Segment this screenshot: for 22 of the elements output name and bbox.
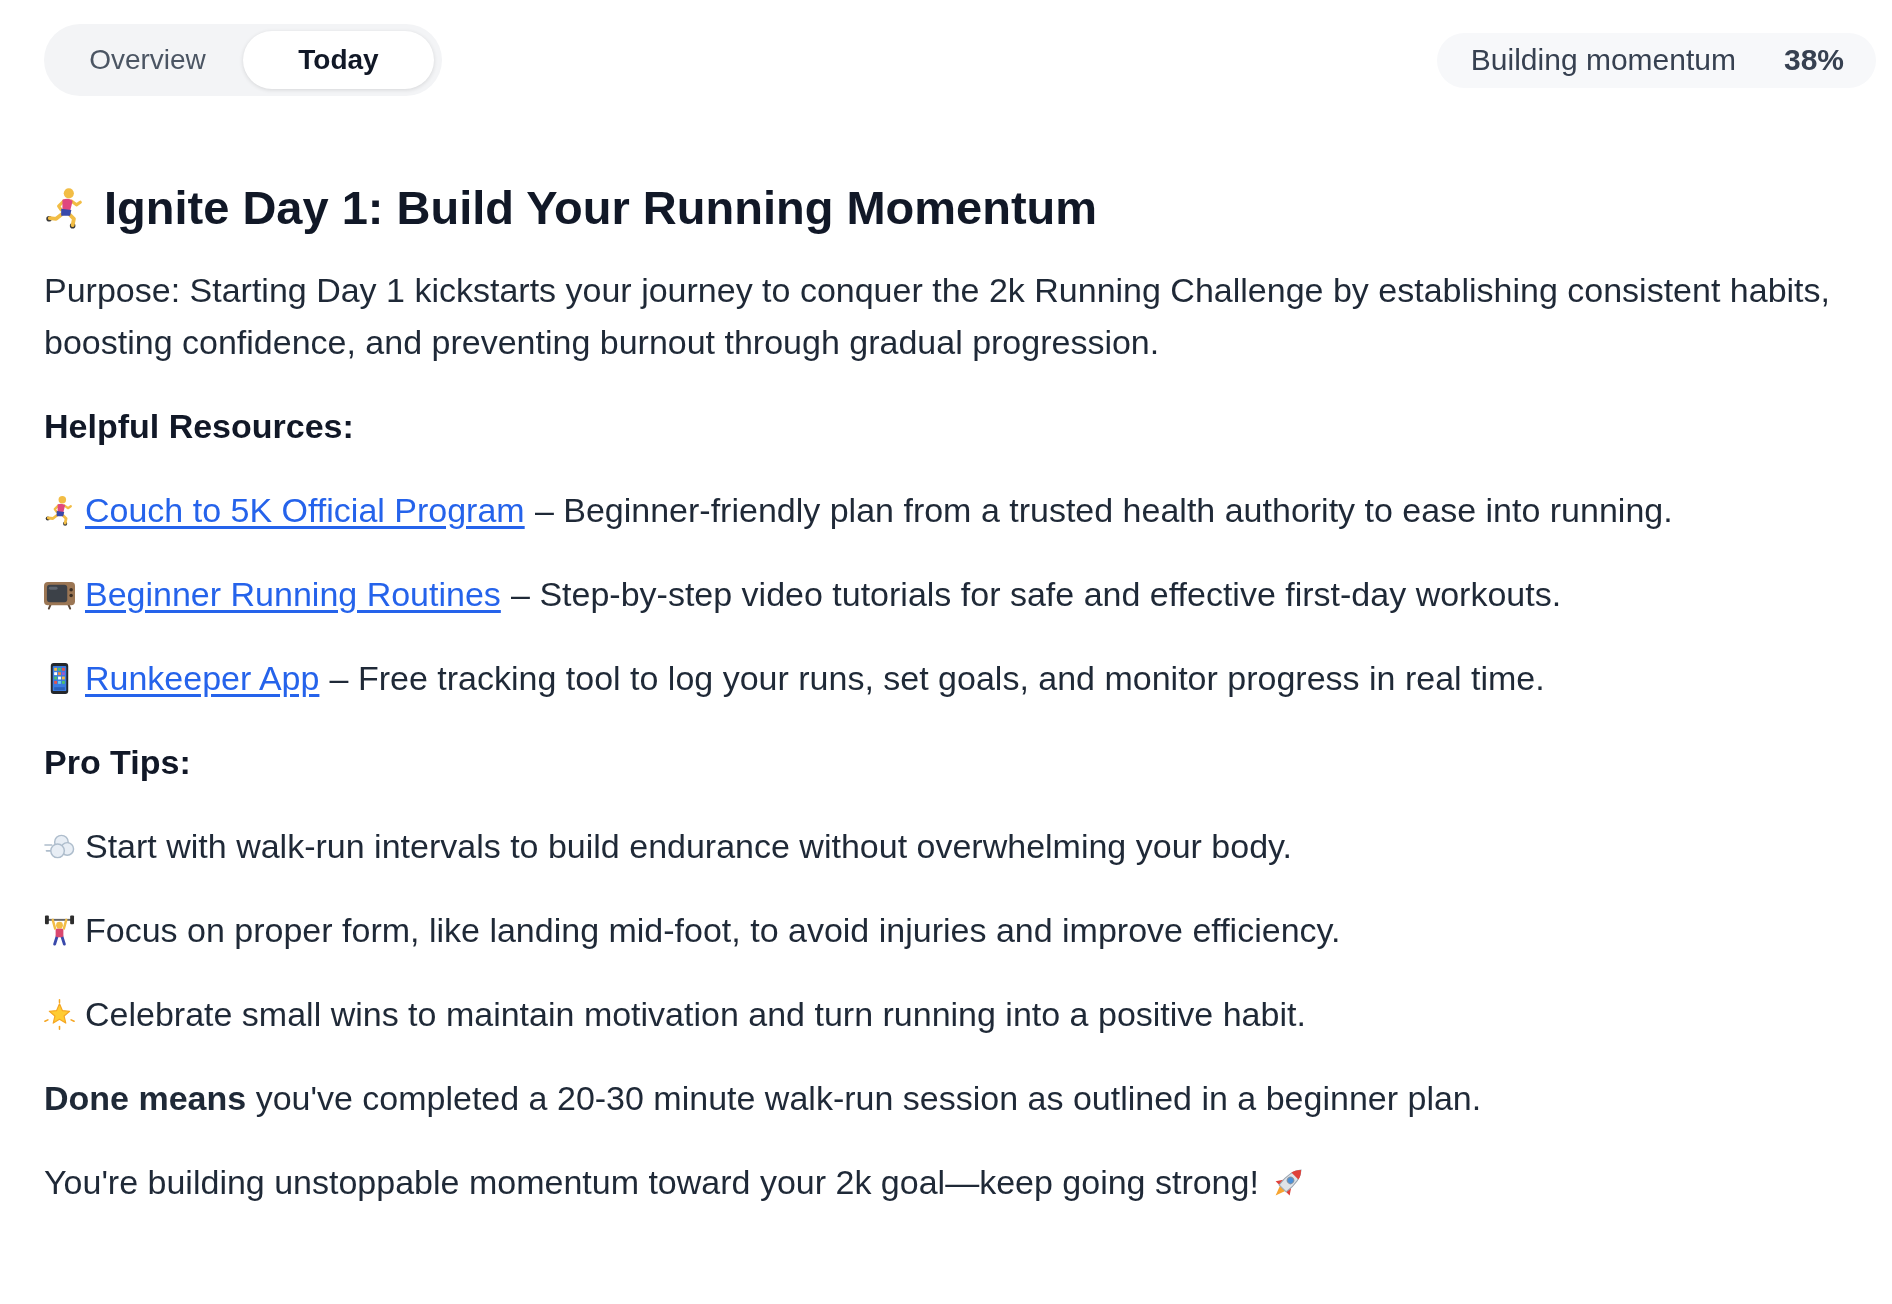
tip-text: Start with walk-run intervals to build endurance without overwhelming your body. [85, 826, 1292, 867]
page-title: Ignite Day 1: Build Your Running Momentum [104, 180, 1098, 236]
resource-description: Beginner Running Routines – Step-by-step video tutorials for safe and effective first-day workouts. [85, 574, 1562, 615]
resource-description: Runkeeper App – Free tracking tool to log your runs, set goals, and monitor progress in real time. [85, 658, 1545, 699]
weightlifter-icon [44, 914, 75, 946]
status-percent: 38% [1783, 43, 1844, 77]
section-heading: Helpful Resources: [44, 406, 354, 447]
tab[interactable]: Overview [52, 31, 243, 89]
closing-text: You're building unstoppable momentum toward your 2k goal—keep going strong! [44, 1162, 1259, 1203]
tip-text: Celebrate small wins to maintain motivation and turn running into a positive habit. [85, 994, 1306, 1035]
status-label: Building momentum [1470, 43, 1736, 77]
glowing-star-icon [44, 998, 75, 1030]
resource-link[interactable]: Runkeeper App [85, 659, 320, 697]
tip-text: Focus on proper form, like landing mid-foot, to avoid injuries and improve efficiency. [85, 910, 1341, 951]
runner-icon [44, 494, 75, 526]
section-heading: Pro Tips: [44, 742, 191, 783]
resource-description: Couch to 5K Official Program – Beginner-friendly plan from a trusted health authority to ease into running. [85, 490, 1673, 531]
resource-link[interactable]: Couch to 5K Official Program [85, 491, 525, 529]
done-criteria-text: Done means you've completed a 20-30 minute walk-run session as outlined in a beginner plan. [44, 1078, 1482, 1119]
tab[interactable]: Today [243, 31, 434, 89]
purpose-paragraph: Purpose: Starting Day 1 kickstarts your journey to conquer the 2k Running Challenge by establishing consistent habits, boosting confidence, and preventing burnout through gradual progression. [44, 270, 1831, 363]
resource-link[interactable]: Beginner Running Routines [85, 575, 501, 613]
